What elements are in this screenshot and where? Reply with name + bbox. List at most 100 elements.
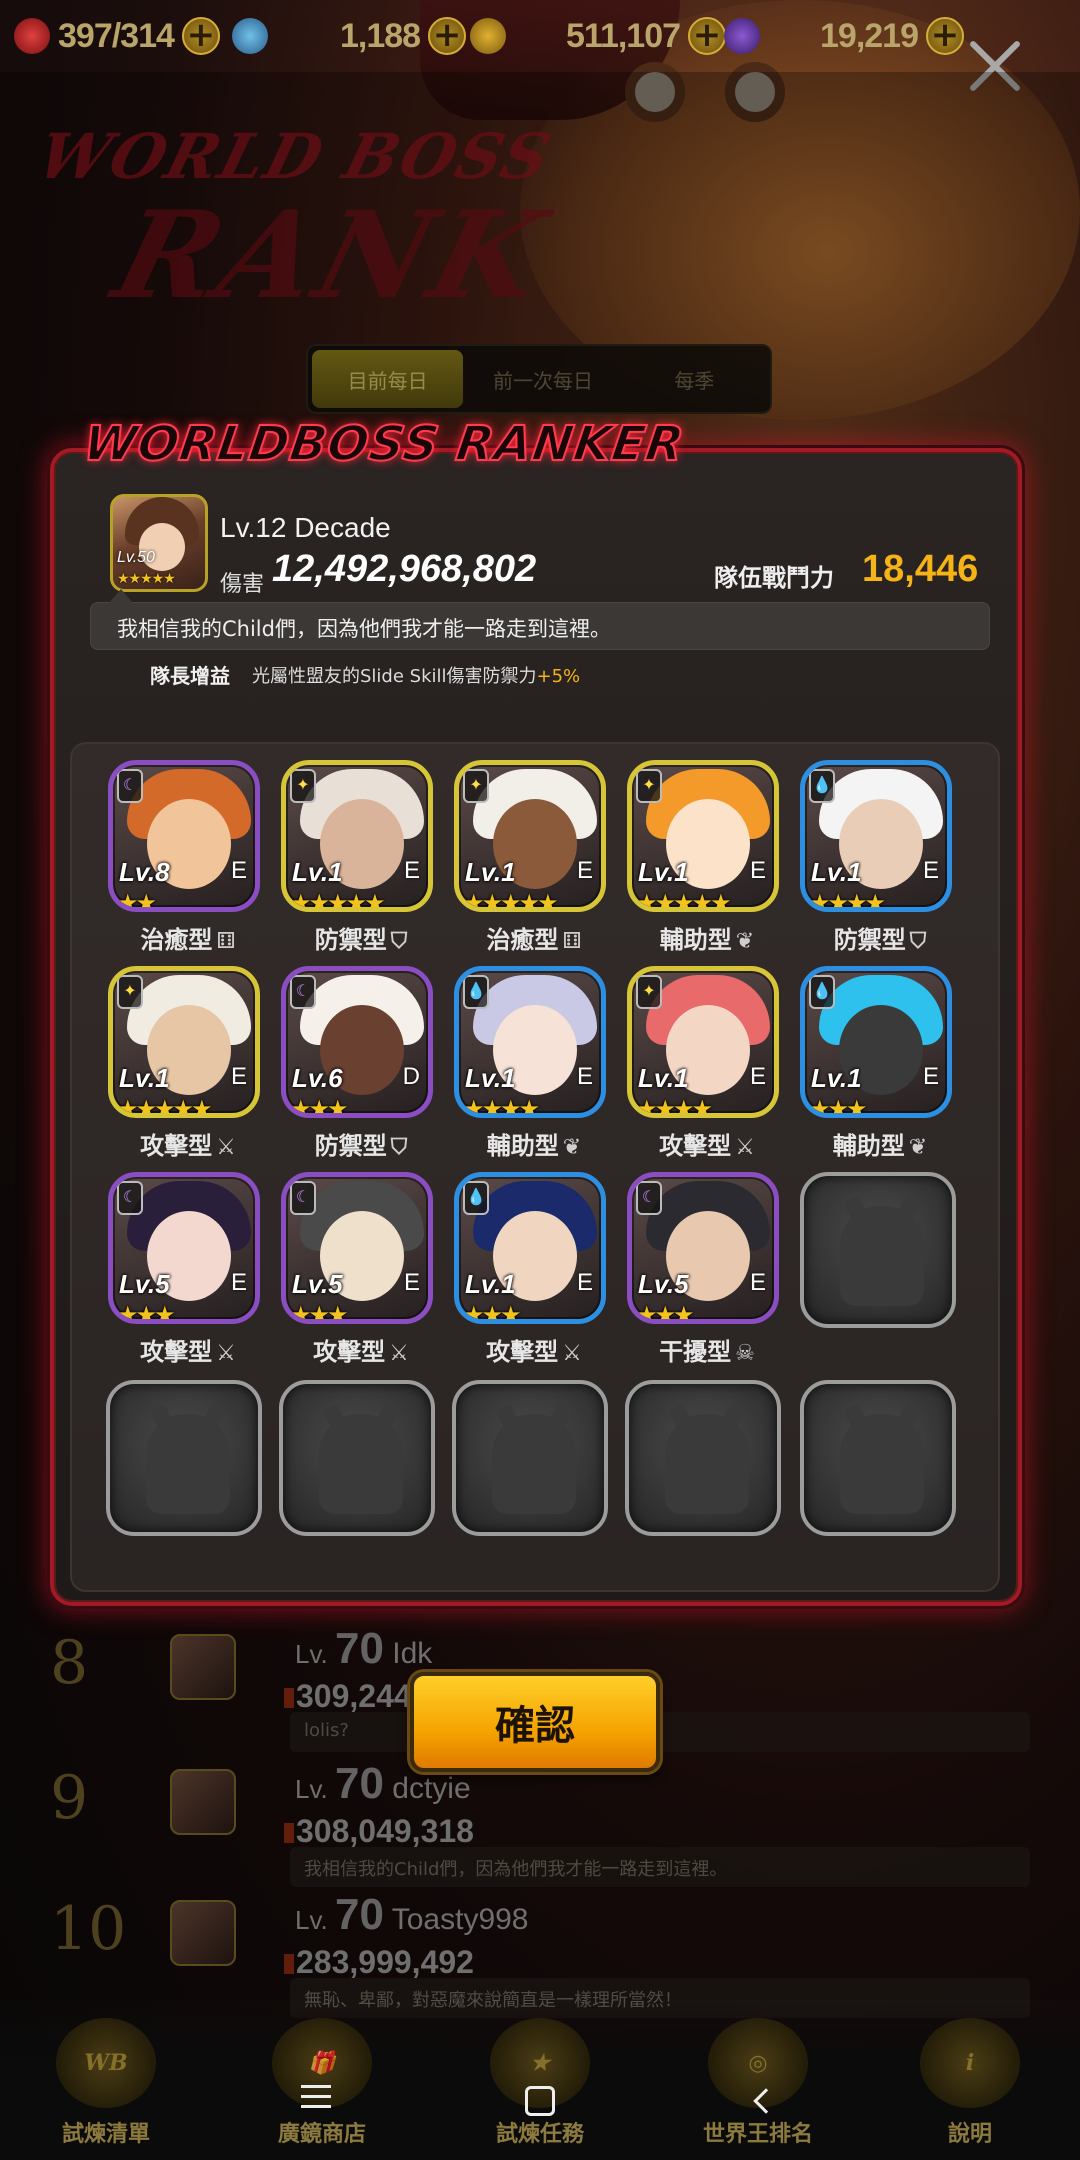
light-attribute-icon: ✦ — [636, 975, 662, 1009]
role-label: 干擾型 — [659, 1338, 732, 1366]
resource-gold — [470, 14, 506, 58]
nav-info[interactable]: i 說明 — [880, 2012, 1060, 2152]
add-stamina-button[interactable]: + — [181, 17, 220, 55]
character-stars: ★★ — [117, 889, 157, 912]
team-member-card[interactable]: ✦ Lv.1 E ★★★★★ 防禦型 ⛉ — [281, 760, 433, 954]
water-attribute-icon: 💧 — [463, 1181, 489, 1215]
character-level: Lv.1 — [465, 1063, 516, 1093]
empty-team-slot[interactable] — [279, 1380, 435, 1536]
heart-icon — [14, 18, 50, 54]
character-stars: ★★★ — [290, 1095, 349, 1118]
team-member-card[interactable]: ☾ Lv.6 D ★★★ 防禦型 ⛉ — [281, 966, 433, 1160]
team-member-card[interactable]: 💧 Lv.1 E ★★★ 輔助型 ❦ — [800, 966, 952, 1160]
role-icon: ⚅ — [216, 929, 236, 954]
team-member-card[interactable]: 💧 Lv.1 E ★★★ 攻擊型 ⚔ — [454, 1172, 606, 1366]
role-label: 攻擊型 — [659, 1132, 732, 1160]
system-menu-button[interactable] — [286, 2078, 346, 2130]
role-label: 治癒型 — [486, 926, 559, 954]
role-label: 攻擊型 — [486, 1338, 559, 1366]
role-icon: ❦ — [908, 1135, 928, 1160]
confirm-button[interactable]: 確認 — [410, 1672, 660, 1772]
team-member-card[interactable]: ☾ Lv.8 E ★★ 治癒型 ⚅ — [108, 760, 260, 954]
character-stars: ★★★★★ — [463, 889, 559, 912]
resource-value: 397/314 — [58, 16, 175, 55]
character-role: 治癒型 ⚅ — [454, 920, 614, 955]
character-level: Lv.1 — [811, 857, 862, 887]
water-attribute-icon: 💧 — [809, 975, 835, 1009]
moon-attribute-icon: ☾ — [290, 1181, 316, 1215]
empty-team-slot[interactable] — [452, 1380, 608, 1536]
character-portrait: ✦ Lv.1 E ★★★★ — [627, 966, 779, 1118]
team-member-card[interactable]: ✦ Lv.1 E ★★★★ 攻擊型 ⚔ — [627, 966, 779, 1160]
character-portrait: ✦ Lv.1 E ★★★★★ — [627, 760, 779, 912]
world-boss-icon: WB — [56, 2018, 156, 2108]
water-attribute-icon: 💧 — [809, 769, 835, 803]
character-grade: E — [576, 1063, 593, 1090]
system-home-button[interactable] — [510, 2078, 570, 2130]
empty-team-slot[interactable] — [106, 1380, 262, 1536]
character-role: 攻擊型 ⚔ — [454, 1332, 614, 1367]
character-role: 輔助型 ❦ — [454, 1126, 614, 1161]
system-back-button[interactable] — [736, 2078, 796, 2130]
empty-team-slot[interactable] — [800, 1380, 956, 1536]
character-grade: E — [576, 1269, 593, 1296]
confirm-label: 確認 — [495, 1703, 575, 1749]
team-member-card[interactable]: ✦ Lv.1 E ★★★★★ 攻擊型 ⚔ — [108, 966, 260, 1160]
role-label: 攻擊型 — [140, 1132, 213, 1160]
character-stars: ★★★ — [117, 1301, 176, 1324]
leader-bonus-text: 光屬性盟友的Slide Skill傷害防禦力+5% — [252, 662, 580, 688]
team-member-card[interactable]: 💧 Lv.1 E ★★★★ 輔助型 ❦ — [454, 966, 606, 1160]
character-grade: E — [922, 1063, 939, 1090]
team-member-card[interactable]: ✦ Lv.1 E ★★★★★ 治癒型 ⚅ — [454, 760, 606, 954]
character-level: Lv.5 — [638, 1269, 689, 1299]
character-grade: E — [749, 857, 766, 884]
team-member-card[interactable]: ☾ Lv.5 E ★★★ 干擾型 ☠ — [627, 1172, 779, 1366]
team-power-label: 隊伍戰鬥力 — [714, 564, 834, 592]
nav-trial-list[interactable]: WB 試煉清單 — [16, 2012, 196, 2152]
moon-attribute-icon: ☾ — [117, 769, 143, 803]
character-level: Lv.5 — [292, 1269, 343, 1299]
character-stars: ★★★ — [809, 1095, 868, 1118]
character-role: 治癒型 ⚅ — [108, 920, 268, 955]
role-label: 防禦型 — [314, 926, 387, 954]
add-soul-button[interactable]: + — [926, 17, 964, 55]
character-portrait: ✦ Lv.1 E ★★★★★ — [108, 966, 260, 1118]
character-stars: ★★★★★ — [290, 889, 386, 912]
moon-attribute-icon: ☾ — [290, 975, 316, 1009]
add-crystal-button[interactable]: + — [428, 17, 467, 55]
character-level: Lv.1 — [119, 1063, 170, 1093]
resource-gold-value: 511,107 + — [566, 14, 727, 58]
soul-icon — [724, 18, 760, 54]
leader-bonus-value: +5% — [536, 666, 581, 687]
light-attribute-icon: ✦ — [290, 769, 316, 803]
role-icon: ❦ — [562, 1135, 582, 1160]
leader-bonus-label: 隊長增益 — [150, 664, 230, 688]
character-role: 防禦型 ⛉ — [281, 920, 441, 955]
character-grade: E — [230, 1269, 247, 1296]
team-member-card[interactable]: 💧 Lv.1 E ★★★★ 防禦型 ⛉ — [800, 760, 952, 954]
role-icon: ⚔ — [216, 1135, 236, 1160]
team-member-card[interactable]: ☾ Lv.5 E ★★★ 攻擊型 ⚔ — [108, 1172, 260, 1366]
character-grade: E — [403, 1269, 420, 1296]
damage-label: 傷害 — [220, 572, 265, 597]
empty-team-slot[interactable] — [800, 1172, 956, 1328]
add-gold-button[interactable]: + — [688, 17, 727, 55]
player-name: Lv.12 Decade — [220, 512, 391, 543]
nav-label: 說明 — [947, 2122, 992, 2147]
character-portrait: 💧 Lv.1 E ★★★ — [454, 1172, 606, 1324]
character-role: 干擾型 ☠ — [627, 1332, 787, 1367]
leader-avatar: Lv.50 ★★★★★ — [110, 494, 208, 592]
damage-value: 12,492,968,802 — [272, 548, 537, 590]
empty-team-slot[interactable] — [625, 1380, 781, 1536]
role-icon: ⚔ — [216, 1341, 236, 1366]
nav-label: 試煉清單 — [61, 2122, 150, 2147]
role-label: 輔助型 — [486, 1132, 559, 1160]
role-icon: ⚔ — [735, 1135, 755, 1160]
character-stars: ★★★★★ — [117, 1095, 213, 1118]
character-stars: ★★★ — [463, 1301, 522, 1324]
character-grade: E — [230, 1063, 247, 1090]
character-portrait: ☾ Lv.5 E ★★★ — [281, 1172, 433, 1324]
character-portrait: ✦ Lv.1 E ★★★★★ — [281, 760, 433, 912]
team-member-card[interactable]: ✦ Lv.1 E ★★★★★ 輔助型 ❦ — [627, 760, 779, 954]
team-member-card[interactable]: ☾ Lv.5 E ★★★ 攻擊型 ⚔ — [281, 1172, 433, 1366]
